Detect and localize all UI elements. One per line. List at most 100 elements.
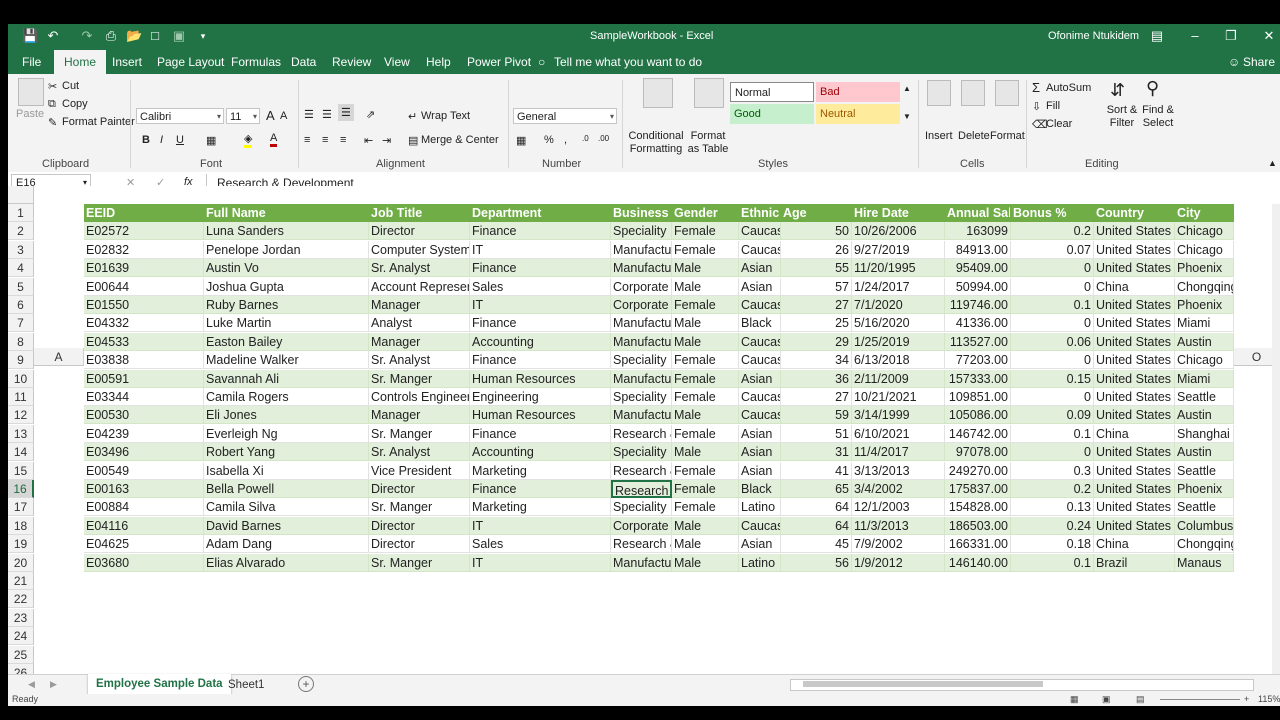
style-normal[interactable]: Normal — [730, 82, 814, 102]
data-cell[interactable]: Elias Alvarado — [204, 553, 369, 572]
share-button[interactable]: Share — [1243, 55, 1275, 69]
data-cell[interactable]: 0.09 — [1011, 406, 1094, 425]
italic-icon[interactable]: I — [160, 134, 163, 146]
next-sheet-icon[interactable]: ▶ — [50, 679, 57, 690]
style-neutral[interactable]: Neutral — [816, 104, 900, 124]
data-cell[interactable]: United States — [1094, 240, 1175, 259]
row-header-23[interactable]: 23 — [8, 608, 34, 627]
data-cell[interactable]: United States — [1094, 332, 1175, 351]
data-cell[interactable]: Female — [672, 461, 739, 480]
new-icon[interactable]: □ — [148, 29, 162, 43]
data-cell[interactable]: United States — [1094, 443, 1175, 462]
data-cell[interactable]: 0.1 — [1011, 424, 1094, 443]
tab-home[interactable]: Home — [54, 50, 107, 74]
row-header-4[interactable]: 4 — [8, 259, 34, 278]
data-cell[interactable]: Chongqing — [1175, 277, 1234, 296]
data-cell[interactable]: Savannah Ali — [204, 369, 369, 388]
data-cell[interactable]: 11/3/2013 — [852, 516, 945, 535]
vertical-scrollbar[interactable] — [1272, 204, 1280, 674]
row-header-18[interactable]: 18 — [8, 516, 34, 535]
data-cell[interactable]: E04625 — [84, 535, 204, 554]
horizontal-scrollbar[interactable] — [790, 679, 1254, 691]
data-cell[interactable]: Easton Bailey — [204, 332, 369, 351]
data-cell[interactable]: 0 — [1011, 277, 1094, 296]
number-format-combo[interactable]: General ▾ — [513, 108, 617, 124]
delete-cells-button[interactable]: Delete — [958, 130, 990, 142]
fill-button[interactable]: Fill — [1046, 100, 1060, 112]
align-center-icon[interactable]: ≡ — [322, 134, 328, 146]
row-header-11[interactable]: 11 — [8, 388, 34, 406]
row-header-8[interactable]: 8 — [8, 332, 34, 351]
data-cell[interactable]: E03496 — [84, 443, 204, 462]
tab-page-layout[interactable]: Page Layout — [157, 55, 224, 69]
clear-button[interactable]: Clear — [1046, 118, 1072, 130]
data-cell[interactable]: Manufacturing — [611, 240, 672, 259]
data-cell[interactable]: Speciality Products — [611, 351, 672, 370]
header-cell[interactable]: Annual Salary — [945, 204, 1011, 222]
data-cell[interactable]: 29 — [781, 332, 852, 351]
row-header-19[interactable]: 19 — [8, 535, 34, 554]
data-cell[interactable]: United States — [1094, 222, 1175, 241]
wrap-text-button[interactable]: Wrap Text — [421, 110, 470, 122]
data-cell[interactable]: 1/9/2012 — [852, 553, 945, 572]
data-cell[interactable]: Female — [672, 222, 739, 241]
data-cell[interactable]: 7/9/2002 — [852, 535, 945, 554]
data-cell[interactable]: Manager — [369, 332, 470, 351]
row-header-20[interactable]: 20 — [8, 553, 34, 572]
comma-style-icon[interactable]: , — [564, 134, 567, 146]
row-header-9[interactable]: 9 — [8, 351, 34, 370]
data-cell[interactable]: Isabella Xi — [204, 461, 369, 480]
row-header-24[interactable]: 24 — [8, 627, 34, 646]
data-cell[interactable]: 10/21/2021 — [852, 388, 945, 406]
data-cell[interactable]: 1/24/2017 — [852, 277, 945, 296]
align-top-icon[interactable]: ☰ — [304, 108, 314, 121]
data-cell[interactable]: E04533 — [84, 332, 204, 351]
row-header-15[interactable]: 15 — [8, 461, 34, 480]
data-cell[interactable]: Everleigh Ng — [204, 424, 369, 443]
data-cell[interactable]: 36 — [781, 369, 852, 388]
underline-icon[interactable]: U — [176, 134, 184, 146]
data-cell[interactable]: 51 — [781, 424, 852, 443]
data-cell[interactable]: Caucasian — [739, 240, 781, 259]
data-cell[interactable]: Miami — [1175, 314, 1234, 333]
data-cell[interactable]: Speciality Products — [611, 443, 672, 462]
data-cell[interactable]: Male — [672, 443, 739, 462]
styles-scroll-up-icon[interactable]: ▲ — [903, 84, 911, 93]
data-cell[interactable]: Male — [672, 332, 739, 351]
data-cell[interactable]: Chicago — [1175, 222, 1234, 241]
data-cell[interactable]: Research & Development — [611, 535, 672, 554]
increase-indent-icon[interactable]: ⇥ — [382, 134, 391, 147]
data-cell[interactable]: Sr. Manger — [369, 553, 470, 572]
percent-style-icon[interactable]: % — [544, 134, 554, 146]
collapse-ribbon-icon[interactable]: ▲ — [1268, 158, 1277, 168]
data-cell[interactable]: 157333.00 — [945, 369, 1011, 388]
sort-filter-button[interactable]: Sort & Filter — [1104, 104, 1140, 130]
data-cell[interactable]: Austin — [1175, 406, 1234, 425]
data-cell[interactable]: Latino — [739, 553, 781, 572]
row-header-13[interactable]: 13 — [8, 424, 34, 443]
data-cell[interactable]: 3/13/2013 — [852, 461, 945, 480]
data-cell[interactable]: Seattle — [1175, 498, 1234, 517]
data-cell[interactable]: Male — [672, 516, 739, 535]
data-cell[interactable]: Penelope Jordan — [204, 240, 369, 259]
data-cell[interactable]: 84913.00 — [945, 240, 1011, 259]
data-cell[interactable]: Controls Engineer — [369, 388, 470, 406]
data-cell[interactable]: Sr. Analyst — [369, 443, 470, 462]
header-cell[interactable]: Ethnicity — [739, 204, 781, 222]
row-header-25[interactable]: 25 — [8, 645, 34, 664]
data-cell[interactable]: Female — [672, 480, 739, 498]
data-cell[interactable]: Corporate — [611, 516, 672, 535]
zoom-slider[interactable] — [1160, 699, 1240, 700]
format-painter-button[interactable]: Format Painter — [62, 116, 135, 128]
data-cell[interactable]: Chongqing — [1175, 535, 1234, 554]
header-cell[interactable]: Full Name — [204, 204, 369, 222]
data-cell[interactable]: China — [1094, 277, 1175, 296]
normal-view-icon[interactable]: ▦ — [1070, 694, 1079, 705]
data-cell[interactable]: Manufacturing — [611, 369, 672, 388]
data-cell[interactable]: Male — [672, 535, 739, 554]
data-cell[interactable]: 27 — [781, 388, 852, 406]
row-header-21[interactable]: 21 — [8, 572, 34, 590]
data-cell[interactable]: China — [1094, 424, 1175, 443]
styles-more-icon[interactable]: ▼ — [903, 112, 911, 121]
data-cell[interactable]: Austin — [1175, 332, 1234, 351]
